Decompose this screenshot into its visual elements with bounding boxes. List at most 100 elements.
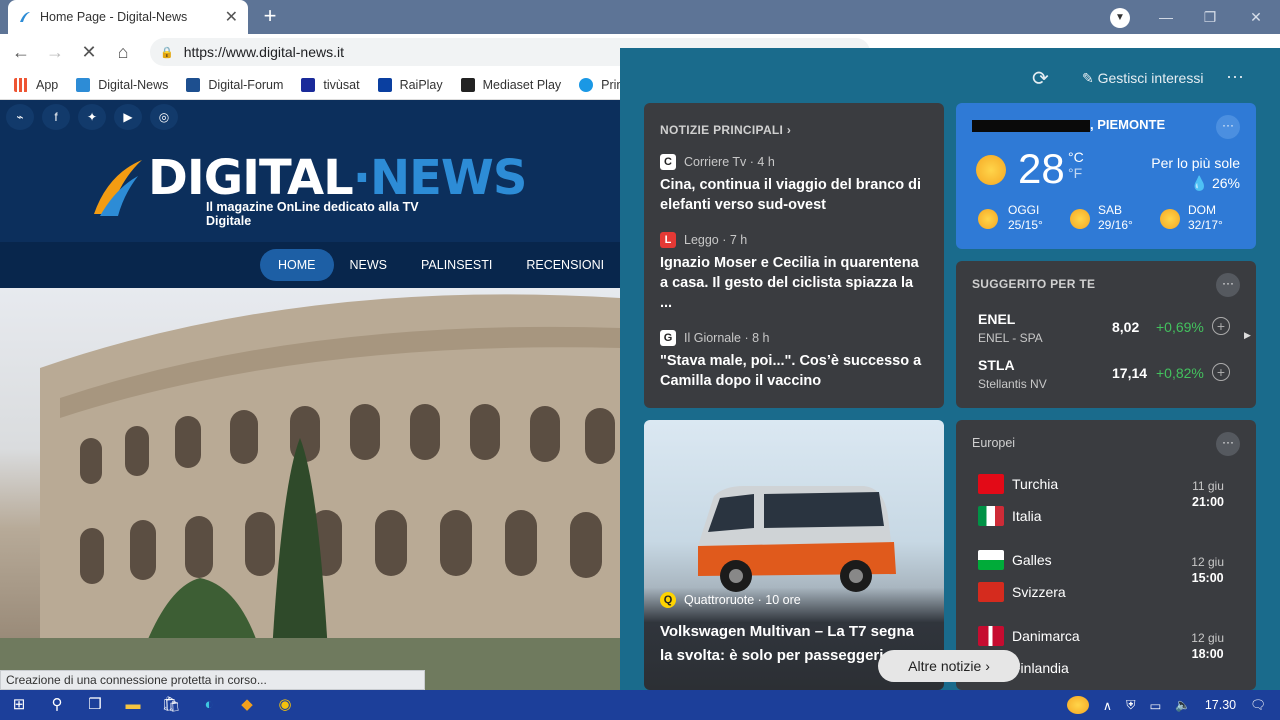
partly-sunny-icon xyxy=(976,155,1006,185)
top-news-header[interactable]: NOTIZIE PRINCIPALI › xyxy=(660,123,928,137)
bookmark-digital-news[interactable]: Digital-News xyxy=(76,77,168,92)
stock-row[interactable]: ENEL ENEL - SPA 8,02 +0,69% + xyxy=(978,311,1248,351)
digital-news-favicon-icon xyxy=(20,12,30,22)
new-tab-button[interactable]: + xyxy=(258,4,282,28)
wales-flag-icon xyxy=(978,550,1004,570)
nav-recensioni[interactable]: RECENSIONI xyxy=(526,249,604,281)
nav-home[interactable]: HOME xyxy=(260,249,334,281)
task-view-icon[interactable]: ❒ xyxy=(76,690,114,720)
bookmark-raiplay[interactable]: RaiPlay xyxy=(377,77,443,92)
chrome-icon[interactable]: ◉ xyxy=(266,690,304,720)
forecast-dom-icon xyxy=(1160,209,1180,229)
digital-news-icon xyxy=(76,77,91,92)
search-icon[interactable]: ⚲ xyxy=(38,690,76,720)
chevron-right-icon: › xyxy=(786,123,792,137)
news-item[interactable]: C Corriere Tv · 4 h Cina, continua il via… xyxy=(660,154,928,215)
site-logo[interactable]: DIGITAL·NEWS Il magazine OnLine dedicato… xyxy=(90,148,527,228)
weather-widget-icon[interactable] xyxy=(1066,696,1089,714)
twitter-icon[interactable]: ✦ xyxy=(78,104,106,130)
minimize-icon[interactable]: — xyxy=(1146,6,1186,28)
stop-loading-icon[interactable]: ✕ xyxy=(76,39,102,65)
edge-icon[interactable]: ◐ xyxy=(190,690,228,720)
facebook-icon[interactable]: f xyxy=(42,104,70,130)
mediaset-icon xyxy=(460,77,475,92)
system-tray: ∧ ⛨ ▭ 🔈 17.30 🗨 xyxy=(1066,690,1280,720)
show-hidden-icons-icon[interactable]: ∧ xyxy=(1103,698,1112,713)
forward-icon[interactable]: → xyxy=(42,39,68,65)
corriere-tv-icon: C xyxy=(660,154,676,170)
prime-video-icon xyxy=(579,77,594,92)
bookmark-tivusat[interactable]: tivùsat xyxy=(301,77,360,92)
news-interests-panel: ⟳ ✎ Gestisci interessi ··· NOTIZIE PRINC… xyxy=(620,48,1280,690)
add-stock-icon[interactable]: + xyxy=(1212,317,1230,335)
logo-swoosh-icon xyxy=(94,160,142,216)
add-stock-icon[interactable]: + xyxy=(1212,363,1230,381)
news-item[interactable]: G Il Giornale · 8 h "Stava male, poi...".… xyxy=(660,330,928,391)
notifications-icon[interactable]: 🗨 xyxy=(1250,698,1266,713)
url-text: https://www.digital-news.it xyxy=(183,44,344,60)
digital-forum-icon xyxy=(186,77,201,92)
volume-icon[interactable]: 🔈 xyxy=(1175,698,1191,713)
match-row[interactable]: Turchia Italia 11 giu 21:00 xyxy=(978,468,1248,532)
colosseum-photo[interactable] xyxy=(0,288,620,690)
temperature-unit-toggle[interactable]: °C °F xyxy=(1068,149,1084,181)
windows-start-icon[interactable]: ⊞ xyxy=(0,690,38,720)
colosseum-image xyxy=(0,294,620,690)
chevron-right-icon: › xyxy=(985,658,990,674)
lock-icon: 🔒 xyxy=(160,46,174,59)
forecast-today-icon xyxy=(978,209,998,229)
match-date: 12 giu 18:00 xyxy=(1191,631,1224,661)
youtube-icon[interactable]: ▶ xyxy=(114,104,142,130)
current-temperature: 28 xyxy=(1018,145,1065,192)
stocks-more-icon[interactable]: ··· xyxy=(1216,273,1240,297)
europei-more-icon[interactable]: ··· xyxy=(1216,432,1240,456)
manage-interests-button[interactable]: ✎ Gestisci interessi xyxy=(1082,70,1203,87)
match-date: 11 giu 21:00 xyxy=(1192,479,1224,509)
nav-news[interactable]: NEWS xyxy=(350,249,388,281)
news-item[interactable]: L Leggo · 7 h Ignazio Moser e Cecilia in … xyxy=(660,232,928,313)
weather-card[interactable]: , PIEMONTE ··· 28 °C °F Per lo più sole 💧 … xyxy=(956,103,1256,249)
stock-row[interactable]: STLA Stellantis NV 17,14 +0,82% + xyxy=(978,357,1248,397)
instagram-icon[interactable]: ◎ xyxy=(150,104,178,130)
refresh-icon[interactable]: ⟳ xyxy=(1032,66,1049,91)
quattroruote-icon: Q xyxy=(660,592,676,608)
rss-icon[interactable]: ⌁ xyxy=(6,104,34,130)
home-icon[interactable]: ⌂ xyxy=(110,39,136,65)
match-row[interactable]: Galles Svizzera 12 giu 15:00 xyxy=(978,544,1248,608)
top-news-card: NOTIZIE PRINCIPALI › C Corriere Tv · 4 h … xyxy=(644,103,944,408)
restore-icon[interactable]: ❐ xyxy=(1190,6,1230,28)
weather-more-icon[interactable]: ··· xyxy=(1216,115,1240,139)
bookmark-digital-forum[interactable]: Digital-Forum xyxy=(186,77,283,92)
match-row[interactable]: Danimarca Finlandia 12 giu 18:00 xyxy=(978,620,1248,684)
store-icon[interactable]: 🛍 xyxy=(152,690,190,720)
tivusat-icon xyxy=(301,77,316,92)
bookmark-mediaset-play[interactable]: Mediaset Play xyxy=(460,77,561,92)
security-shield-icon[interactable]: ⛨ xyxy=(1126,698,1135,713)
file-explorer-icon[interactable]: ▬ xyxy=(114,690,152,720)
forecast-dom: DOM 32/17° xyxy=(1188,203,1223,232)
network-icon[interactable]: ▭ xyxy=(1149,698,1161,713)
website-content: ⌁ f ✦ ▶ ◎ DIGITAL·NEWS Il magazine OnLin… xyxy=(0,100,620,690)
outlook-icon[interactable]: ◆ xyxy=(228,690,266,720)
back-icon[interactable]: ← xyxy=(8,39,34,65)
more-news-button[interactable]: Altre notizie › xyxy=(878,650,1020,682)
panel-more-icon[interactable]: ··· xyxy=(1226,66,1244,87)
nav-palinsesti[interactable]: PALINSESTI xyxy=(421,249,492,281)
browser-status-bar: Creazione di una connessione protetta in… xyxy=(0,670,425,690)
windows-taskbar: ⊞ ⚲ ❒ ▬ 🛍 ◐ ◆ ◉ ∧ ⛨ ▭ 🔈 17.30 🗨 xyxy=(0,690,1280,720)
bookmark-app[interactable]: App xyxy=(14,77,58,92)
clock[interactable]: 17.30 xyxy=(1205,698,1236,712)
tab-search-icon[interactable]: ▼ xyxy=(1110,8,1130,28)
car-story-source: Q Quattroruote · 10 ore xyxy=(660,592,801,608)
redacted-city xyxy=(972,119,1090,132)
forecast-sab: SAB 29/16° xyxy=(1098,203,1133,232)
stocks-header: SUGGERITO PER TE xyxy=(972,277,1096,291)
carousel-next-icon[interactable]: ▶ xyxy=(1244,330,1251,341)
raindrop-icon: 💧 xyxy=(1190,175,1209,191)
forecast-sab-icon xyxy=(1070,209,1090,229)
site-tagline: Il magazine OnLine dedicato alla TV Digi… xyxy=(206,200,419,228)
switzerland-flag-icon xyxy=(978,582,1004,602)
close-window-icon[interactable]: ✕ xyxy=(1236,6,1276,28)
close-tab-icon[interactable]: ✕ xyxy=(225,7,238,27)
browser-tab[interactable]: Home Page - Digital-News ✕ xyxy=(8,0,248,34)
